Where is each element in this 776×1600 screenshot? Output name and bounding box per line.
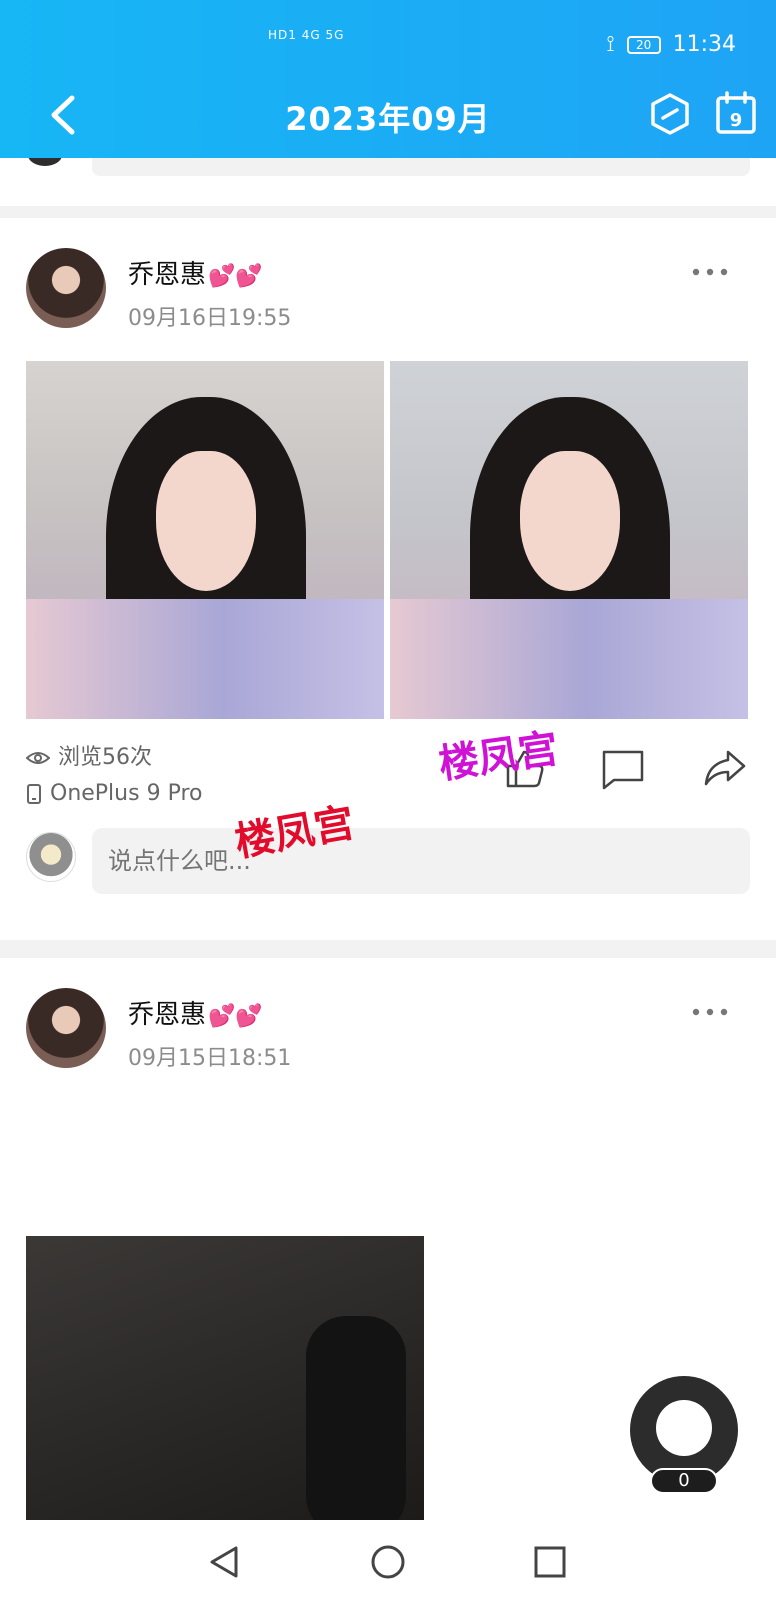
hearts-emoji: 💕💕	[208, 264, 263, 289]
post-photo[interactable]	[26, 361, 384, 719]
status-right: ⟟ 20 11:34	[606, 32, 736, 57]
views-count: 浏览56次	[58, 745, 152, 770]
post-date: 09月15日18:51	[128, 1046, 292, 1071]
post-author[interactable]: 乔恩惠💕💕	[128, 994, 263, 1031]
post-stats: 浏览56次 OnePlus 9 Pro	[26, 740, 202, 812]
post-date: 09月16日19:55	[128, 306, 292, 331]
previous-post-tail	[0, 158, 776, 206]
current-user-avatar	[26, 832, 76, 882]
author-name: 乔恩惠	[128, 1000, 207, 1030]
views-row: 浏览56次	[26, 740, 202, 776]
home-circle-icon[interactable]	[368, 1542, 408, 1582]
eye-icon	[26, 752, 50, 764]
clock: 11:34	[672, 32, 736, 57]
phone-icon	[27, 784, 41, 804]
floating-count-badge: 0	[650, 1468, 718, 1494]
avatar	[28, 158, 62, 166]
nav-bar: 2023年09月 9	[0, 80, 776, 150]
post-author[interactable]: 乔恩惠💕💕	[128, 254, 263, 291]
comment-input[interactable]	[92, 828, 750, 894]
comment-icon[interactable]	[600, 746, 646, 792]
more-icon[interactable]	[690, 1002, 730, 1022]
avatar[interactable]	[26, 248, 106, 328]
comment-input[interactable]	[92, 158, 750, 176]
photo-chair	[306, 1316, 406, 1520]
photo-subject-face	[156, 451, 256, 591]
status-bar: HD1 4G 5G ⟟ 20 11:34	[0, 28, 776, 64]
signal-text: HD1 4G 5G	[268, 28, 345, 42]
photo-subject-sweater	[26, 599, 384, 719]
system-nav-bar	[0, 1520, 776, 1600]
hexagon-icon[interactable]	[648, 92, 692, 136]
floating-smiley-button[interactable]: 0	[630, 1376, 738, 1494]
post-card: 乔恩惠💕💕 09月16日19:55 浏览56次 OnePlus 9 Pro 说点…	[0, 218, 776, 940]
avatar[interactable]	[26, 988, 106, 1068]
battery-icon: 20	[626, 35, 661, 54]
hearts-emoji: 💕💕	[208, 1004, 263, 1029]
post-photo[interactable]	[390, 361, 748, 719]
vibrate-icon: ⟟	[606, 32, 615, 57]
post-photo[interactable]	[26, 1236, 424, 1520]
top-header: HD1 4G 5G ⟟ 20 11:34 2023年09月 9	[0, 0, 776, 158]
back-triangle-icon[interactable]	[204, 1542, 244, 1582]
recent-square-icon[interactable]	[530, 1542, 570, 1582]
photo-subject-face	[520, 451, 620, 591]
feed: 乔恩惠💕💕 09月16日19:55 浏览56次 OnePlus 9 Pro 说点…	[0, 158, 776, 1520]
author-name: 乔恩惠	[128, 260, 207, 290]
photo-subject-sweater	[390, 599, 748, 719]
svg-text:9: 9	[730, 110, 743, 131]
calendar-icon[interactable]: 9	[714, 90, 758, 136]
device-row: OnePlus 9 Pro	[26, 776, 202, 812]
signal-indicators: HD1 4G 5G	[268, 28, 344, 42]
smiley-icon	[656, 1400, 712, 1456]
share-icon[interactable]	[702, 746, 748, 792]
more-icon[interactable]	[690, 262, 730, 282]
device-name: OnePlus 9 Pro	[50, 781, 203, 806]
